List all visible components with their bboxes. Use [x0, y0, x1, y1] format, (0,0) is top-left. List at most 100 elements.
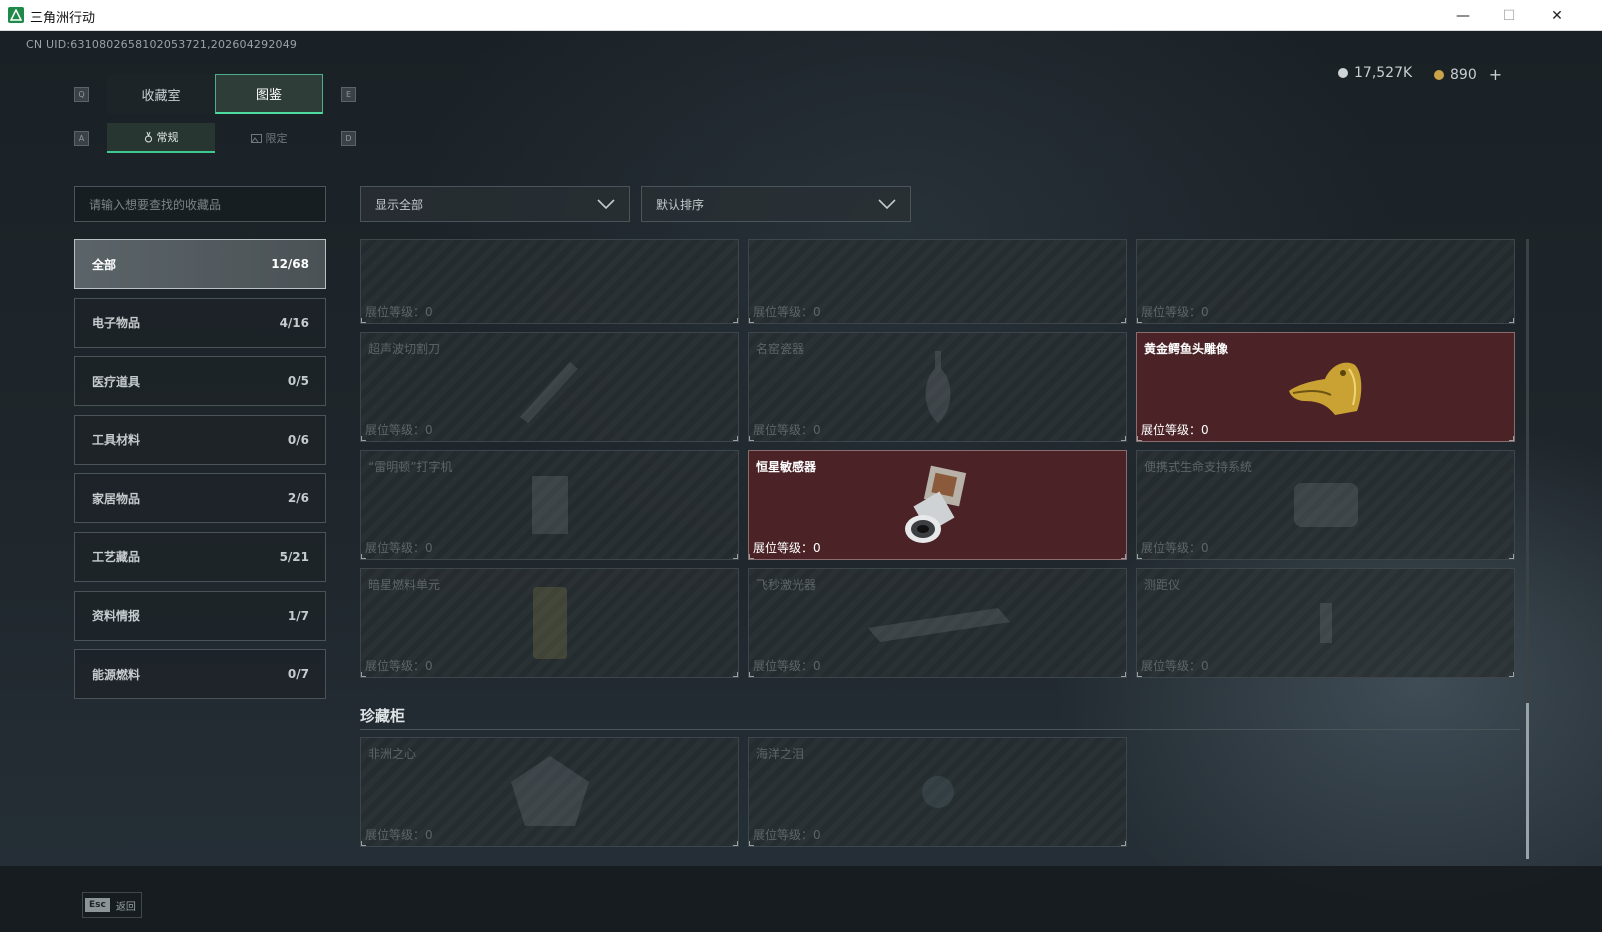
item-name: 名窑瓷器 [756, 342, 805, 356]
category-count: 0/7 [287, 667, 309, 682]
main-tabs: 收藏室 图鉴 [107, 74, 323, 114]
item-card[interactable]: “雷明顿”打字机 展位等级：0 [360, 450, 739, 560]
add-currency-button[interactable]: + [1489, 65, 1502, 84]
display-filter-dropdown[interactable]: 显示全部 [360, 186, 630, 222]
card-corner [1509, 436, 1514, 441]
silver-coin-icon [1338, 68, 1348, 78]
item-card[interactable]: 展位等级：0 [1136, 239, 1515, 324]
fuel-cell-silhouette [532, 587, 567, 659]
section-divider [360, 729, 1520, 730]
item-level: 展位等级：0 [753, 828, 821, 842]
card-corner [1121, 554, 1126, 559]
category-label: 工具材料 [92, 433, 141, 448]
typewriter-silhouette [531, 476, 568, 534]
category-label: 全部 [92, 257, 117, 272]
cabinet-item-card[interactable]: 海洋之泪 展位等级：0 [748, 737, 1127, 847]
item-card[interactable]: 名窑瓷器 展位等级：0 [748, 332, 1127, 442]
subtab-regular[interactable]: 常规 [107, 123, 215, 153]
grid-scrollbar-thumb[interactable] [1526, 703, 1529, 859]
category-medical[interactable]: 医疗道具 0/5 [74, 356, 326, 407]
item-card[interactable]: 测距仪 展位等级：0 [1136, 568, 1515, 678]
item-level: 展位等级：0 [1141, 541, 1209, 555]
item-name: 超声波切割刀 [368, 342, 441, 356]
item-level: 展位等级：0 [365, 828, 433, 842]
life-support-silhouette [1293, 483, 1358, 527]
card-corner [1137, 436, 1142, 441]
category-label: 家居物品 [92, 491, 141, 506]
category-crafts[interactable]: 工艺藏品 5/21 [74, 531, 326, 582]
player-uid: CN UID:6310802658102053721,202604292049 [26, 38, 298, 51]
item-card[interactable]: 飞秒激光器 展位等级：0 [748, 568, 1127, 678]
card-corner [733, 841, 738, 846]
gold-amount: 890 [1450, 66, 1477, 83]
silver-amount: 17,527K [1354, 65, 1413, 81]
heart-of-africa-silhouette [510, 756, 589, 826]
back-label: 返回 [115, 901, 136, 913]
silver-currency: 17,527K [1338, 65, 1412, 81]
card-corner [1509, 554, 1514, 559]
display-filter-value: 显示全部 [375, 197, 424, 212]
item-level: 展位等级：0 [1141, 659, 1209, 673]
card-corner [361, 841, 366, 846]
category-electronics[interactable]: 电子物品 4/16 [74, 297, 326, 348]
item-card[interactable]: 暗星燃料单元 展位等级：0 [360, 568, 739, 678]
minimize-button[interactable]: — [1440, 0, 1486, 31]
category-count: 4/16 [279, 315, 309, 330]
card-corner [1121, 436, 1126, 441]
subtab-limited-label: 限定 [265, 132, 288, 145]
item-name: 恒星敏感器 [756, 460, 817, 474]
card-corner [749, 436, 754, 441]
card-corner [1137, 318, 1142, 323]
category-count: 0/5 [287, 374, 309, 389]
card-corner [361, 672, 366, 677]
cabinet-item-card[interactable]: 非洲之心 展位等级：0 [360, 737, 739, 847]
key-hint-a: A [74, 131, 89, 146]
category-tools[interactable]: 工具材料 0/6 [74, 414, 326, 465]
item-level: 展位等级：0 [365, 541, 433, 555]
item-name: 飞秒激光器 [756, 578, 817, 592]
app-logo-icon [8, 7, 24, 23]
tab-collection-room[interactable]: 收藏室 [107, 74, 215, 114]
subtab-limited[interactable]: 限定 [215, 123, 323, 153]
window-title: 三角洲行动 [30, 11, 96, 26]
category-energy[interactable]: 能源燃料 0/7 [74, 649, 326, 700]
card-corner [1509, 318, 1514, 323]
item-card[interactable]: 便携式生命支持系统 展位等级：0 [1136, 450, 1515, 560]
card-corner [1137, 554, 1142, 559]
esc-key-hint: Esc [85, 898, 110, 912]
item-card-owned[interactable]: 恒星敏感器 展位等级：0 [748, 450, 1127, 560]
tab-catalog[interactable]: 图鉴 [215, 74, 323, 114]
category-label: 工艺藏品 [92, 550, 141, 565]
item-card[interactable]: 超声波切割刀 展位等级：0 [360, 332, 739, 442]
card-corner [749, 841, 754, 846]
item-level: 展位等级：0 [753, 423, 821, 437]
item-card[interactable]: 展位等级：0 [360, 239, 739, 324]
subtab-regular-label: 常规 [156, 131, 179, 144]
close-button[interactable]: ✕ [1534, 0, 1580, 31]
gold-currency: 890 + [1434, 65, 1502, 84]
item-card[interactable]: 展位等级：0 [748, 239, 1127, 324]
cabinet-section-title: 珍藏柜 [360, 707, 406, 725]
category-household[interactable]: 家居物品 2/6 [74, 473, 326, 524]
card-corner [733, 672, 738, 677]
rangefinder-silhouette [1319, 603, 1332, 643]
category-count: 0/6 [287, 432, 309, 447]
item-level: 展位等级：0 [1141, 305, 1209, 319]
search-input[interactable]: 请输入想要查找的收藏品 [74, 186, 326, 222]
card-corner [733, 554, 738, 559]
window-titlebar: 三角洲行动 — ☐ ✕ [0, 0, 1602, 31]
category-intel[interactable]: 资料情报 1/7 [74, 590, 326, 641]
gold-crocodile-head-image [1289, 362, 1362, 415]
sort-dropdown[interactable]: 默认排序 [641, 186, 911, 222]
item-card-owned[interactable]: 黄金鳄鱼头雕像 展位等级：0 [1136, 332, 1515, 442]
back-button[interactable]: Esc 返回 [82, 892, 142, 918]
image-icon [250, 133, 262, 143]
star-sensor-image [905, 465, 967, 543]
category-list: 全部 12/68 电子物品 4/16 医疗道具 0/5 工具材料 0/6 家居物品 2/6… [74, 239, 326, 708]
medal-icon [144, 131, 152, 143]
card-corner [361, 554, 366, 559]
key-hint-d: D [341, 131, 356, 146]
category-all[interactable]: 全部 12/68 [74, 239, 326, 289]
card-corner [749, 554, 754, 559]
maximize-button[interactable]: ☐ [1486, 0, 1532, 31]
